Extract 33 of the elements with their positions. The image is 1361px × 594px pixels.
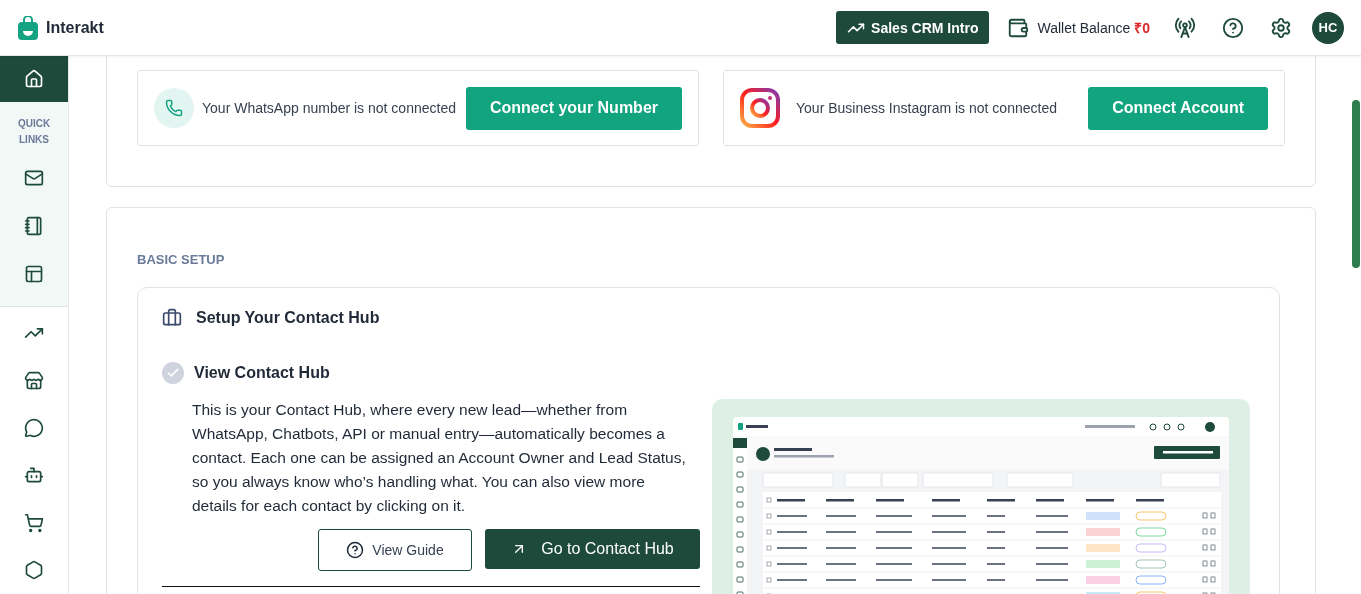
- broadcast-tower-icon[interactable]: [1174, 16, 1196, 39]
- user-avatar[interactable]: HC: [1312, 11, 1344, 44]
- quick-links-label: QUICK LINKS: [16, 117, 52, 148]
- home-icon: [24, 69, 44, 90]
- layout-icon: [24, 264, 44, 285]
- settings-icon[interactable]: [1270, 16, 1292, 39]
- card-title: Setup Your Contact Hub: [196, 309, 380, 327]
- instagram-logo-icon: [740, 88, 780, 128]
- cart-icon: [24, 512, 44, 533]
- store-icon: [24, 370, 44, 391]
- go-to-contact-hub-button[interactable]: Go to Contact Hub: [485, 529, 700, 569]
- bot-icon: [24, 465, 44, 486]
- scrollbar-thumb[interactable]: [1352, 100, 1360, 268]
- view-guide-button[interactable]: View Guide: [318, 529, 472, 571]
- brand-name: Interakt: [46, 18, 104, 37]
- hexagon-icon: [24, 560, 44, 581]
- shopping-bag-logo-icon: [18, 15, 38, 40]
- briefcase-icon: [162, 308, 182, 328]
- notebook-icon: [24, 216, 44, 237]
- wallet-balance: Wallet Balance ₹0: [1037, 19, 1150, 37]
- sidebar-nav-item[interactable]: [0, 56, 68, 103]
- connection-status-text: Your WhatsApp number is not connected: [202, 100, 457, 116]
- step-description: This is your Contact Hub, where every new lead—whether from WhatsApp, Chatbots, API or manual entry—automatically becomes a contact. Each one can be assigned an Account Owner and Lead Status, so you always know who’s handling what. You can also view more details for each contact by clicking on it.: [192, 400, 687, 516]
- phone-icon: [154, 88, 194, 128]
- help-icon[interactable]: [1222, 16, 1244, 39]
- help-icon: [346, 541, 365, 559]
- connection-status-text: Your Business Instagram is not connected: [796, 100, 1058, 116]
- section-heading: BASIC SETUP: [137, 252, 226, 267]
- step-title: View Contact Hub: [194, 364, 330, 382]
- sales-crm-intro-button[interactable]: Sales CRM Intro: [836, 11, 990, 44]
- wallet-icon: [1007, 16, 1030, 39]
- chat-icon: [24, 418, 44, 438]
- mail-icon: [24, 168, 44, 189]
